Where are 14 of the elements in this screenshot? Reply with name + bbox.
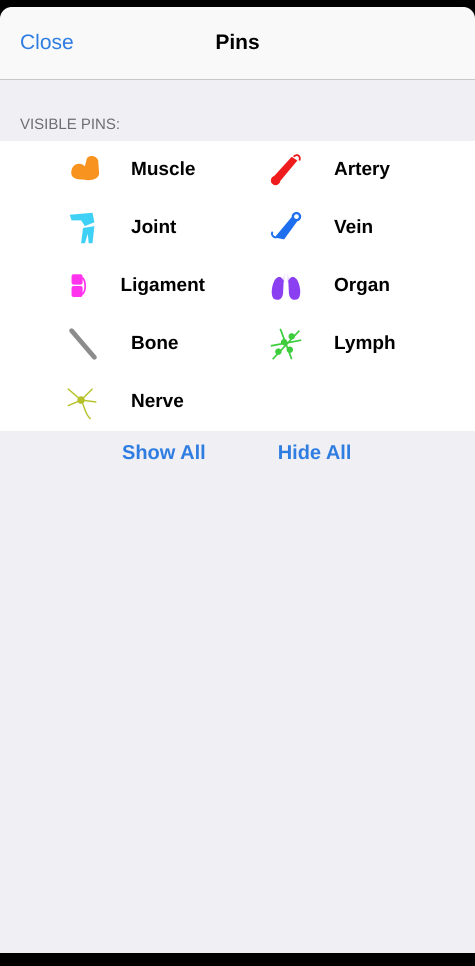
close-button[interactable]: Close [0, 31, 74, 55]
sheet-title: Pins [215, 31, 260, 54]
pin-label: Bone [131, 333, 178, 355]
pin-label: Joint [131, 217, 176, 239]
pin-label: Muscle [131, 159, 196, 181]
pin-label: Artery [334, 159, 390, 181]
pin-label: Vein [334, 217, 374, 239]
pin-label: Organ [334, 275, 390, 297]
show-all-button[interactable]: Show All [122, 442, 206, 465]
section-header: VISIBLE PINS: [19, 115, 122, 135]
pin-label: Nerve [131, 391, 184, 413]
hide-all-button[interactable]: Hide All [278, 442, 352, 465]
pin-label: Ligament [120, 275, 205, 297]
pin-label: Lymph [334, 333, 396, 355]
